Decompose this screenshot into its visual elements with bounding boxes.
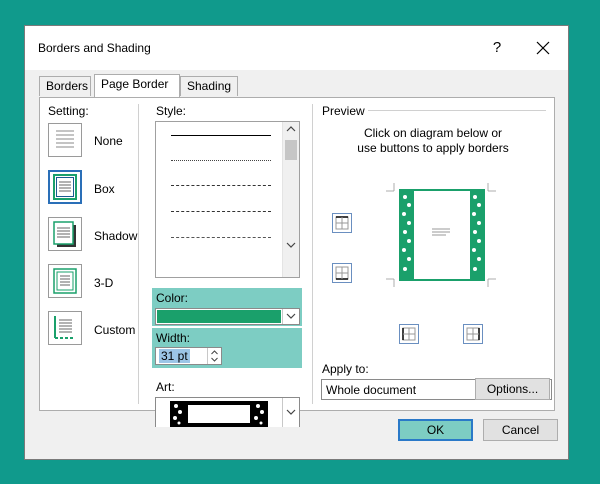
bottom-border-icon — [335, 266, 349, 280]
floral-art-icon — [173, 404, 264, 425]
setting-custom-icon[interactable] — [48, 311, 82, 345]
setting-custom-label[interactable]: Custom — [94, 323, 135, 337]
art-dropdown[interactable] — [155, 397, 300, 427]
art-border-sample — [170, 401, 268, 427]
right-border-button[interactable] — [463, 324, 483, 344]
color-dropdown[interactable] — [155, 308, 300, 325]
preview-rule — [368, 110, 546, 111]
setting-box-label[interactable]: Box — [94, 182, 115, 196]
column-divider — [138, 104, 139, 404]
page-preview-icon — [386, 183, 496, 287]
preview-label: Preview — [322, 104, 365, 118]
cancel-button[interactable]: Cancel — [483, 419, 558, 441]
top-border-button[interactable] — [332, 213, 352, 233]
shadow-border-icon — [53, 221, 76, 247]
bottom-border-button[interactable] — [332, 263, 352, 283]
box-border-icon — [53, 174, 77, 200]
style-label: Style: — [156, 104, 187, 118]
scrollbar-arrows-icon — [285, 126, 297, 248]
tab-label: Page Border — [101, 77, 169, 91]
style-dash-dot-line[interactable] — [171, 237, 271, 238]
left-border-icon — [402, 327, 416, 341]
close-button[interactable] — [531, 36, 555, 60]
style-dotted-line[interactable] — [171, 160, 271, 161]
right-border-icon — [466, 327, 480, 341]
tab-borders[interactable]: Borders — [39, 76, 91, 96]
chevron-down-icon — [286, 313, 296, 319]
page-border-panel: Setting: None Box Shadow 3-D Custom Styl… — [39, 97, 555, 427]
style-listbox[interactable] — [155, 121, 300, 278]
options-button[interactable]: Options... — [475, 378, 550, 400]
setting-3d-label[interactable]: 3-D — [94, 276, 113, 290]
color-swatch — [157, 310, 281, 323]
style-solid-line[interactable] — [171, 135, 271, 136]
style-long-dash-line[interactable] — [171, 211, 271, 212]
setting-none-icon[interactable] — [48, 123, 82, 157]
color-dropdown-arrow[interactable] — [282, 309, 299, 324]
tab-page-border[interactable]: Page Border — [94, 74, 180, 97]
setting-3d-icon[interactable] — [48, 264, 82, 298]
setting-box-icon[interactable] — [48, 170, 82, 204]
preview-instruction-line1: Click on diagram below or — [363, 126, 503, 140]
art-label: Art: — [156, 380, 175, 394]
width-spinner[interactable]: 31 pt — [155, 347, 222, 365]
tab-label: Shading — [187, 79, 232, 93]
left-border-button[interactable] — [399, 324, 419, 344]
preview-diagram[interactable] — [384, 181, 498, 289]
chevron-down-icon — [286, 409, 296, 415]
dialog-title: Borders and Shading — [38, 41, 151, 55]
setting-none-label[interactable]: None — [94, 134, 123, 148]
page-lines-icon — [56, 130, 74, 148]
close-icon — [536, 41, 550, 55]
width-label: Width: — [156, 331, 191, 345]
borders-and-shading-dialog: Borders and Shading ? Borders Page Borde… — [24, 25, 569, 460]
3d-border-icon — [53, 268, 77, 294]
custom-border-icon — [54, 316, 75, 339]
column-divider — [312, 104, 313, 404]
apply-to-label: Apply to: — [322, 362, 369, 376]
color-label: Color: — [156, 291, 189, 305]
apply-to-value: Whole document — [326, 383, 417, 397]
ok-button[interactable]: OK — [398, 419, 473, 441]
setting-label: Setting: — [48, 104, 89, 118]
setting-shadow-label[interactable]: Shadow — [94, 229, 137, 243]
style-dashed-line[interactable] — [171, 185, 271, 186]
tab-shading[interactable]: Shading — [180, 76, 238, 96]
help-button[interactable]: ? — [487, 38, 507, 58]
setting-shadow-icon[interactable] — [48, 217, 82, 251]
width-spin-buttons[interactable] — [207, 348, 221, 364]
spin-arrows-icon — [211, 350, 218, 362]
art-dropdown-arrow[interactable] — [282, 398, 299, 427]
title-bar: Borders and Shading ? — [25, 26, 568, 70]
preview-instruction-line2: use buttons to apply borders — [357, 141, 509, 155]
width-value[interactable]: 31 pt — [159, 349, 190, 363]
tab-label: Borders — [46, 79, 89, 93]
top-border-icon — [335, 216, 349, 230]
style-scrollbar[interactable] — [282, 122, 299, 277]
